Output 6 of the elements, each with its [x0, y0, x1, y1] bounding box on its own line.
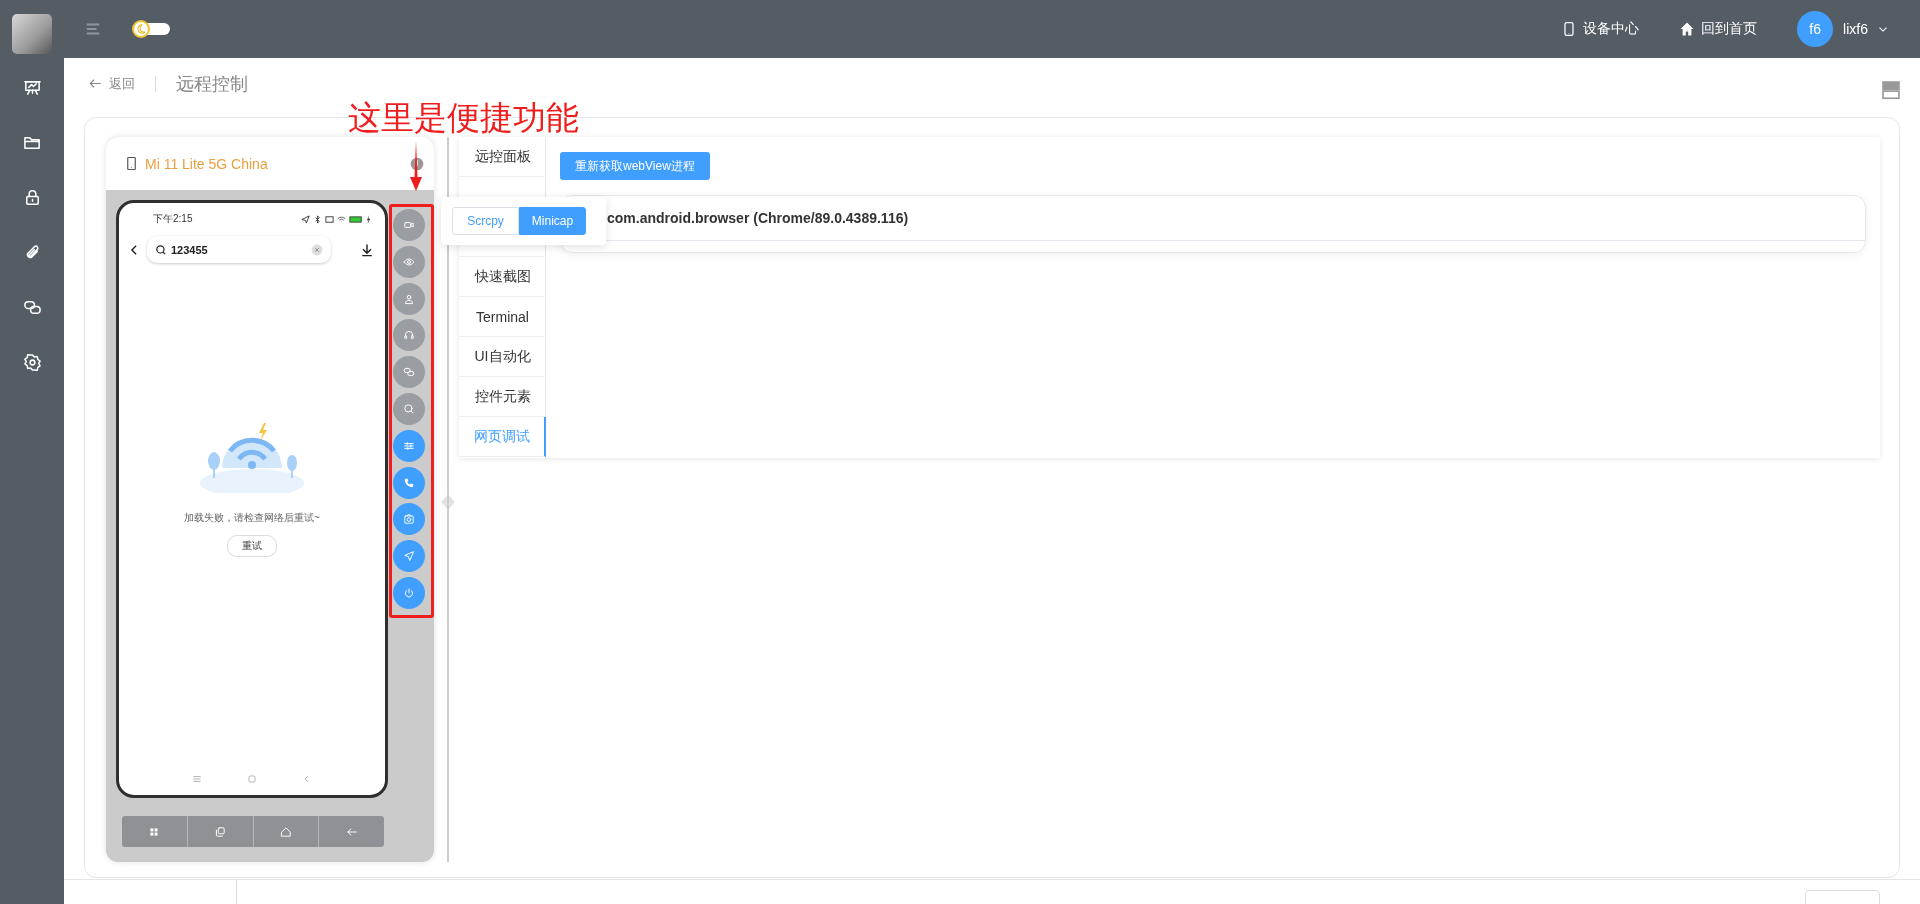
search-text: 123455 — [171, 243, 208, 256]
annotation-text: 这里是便捷功能 — [348, 98, 579, 138]
error-message: 加载失败，请检查网络后重试~ — [184, 511, 320, 525]
status-time: 下午2:15 — [153, 212, 193, 226]
device-name: Mi 11 Lite 5G China — [145, 155, 268, 172]
page-title: 远程控制 — [176, 72, 248, 96]
